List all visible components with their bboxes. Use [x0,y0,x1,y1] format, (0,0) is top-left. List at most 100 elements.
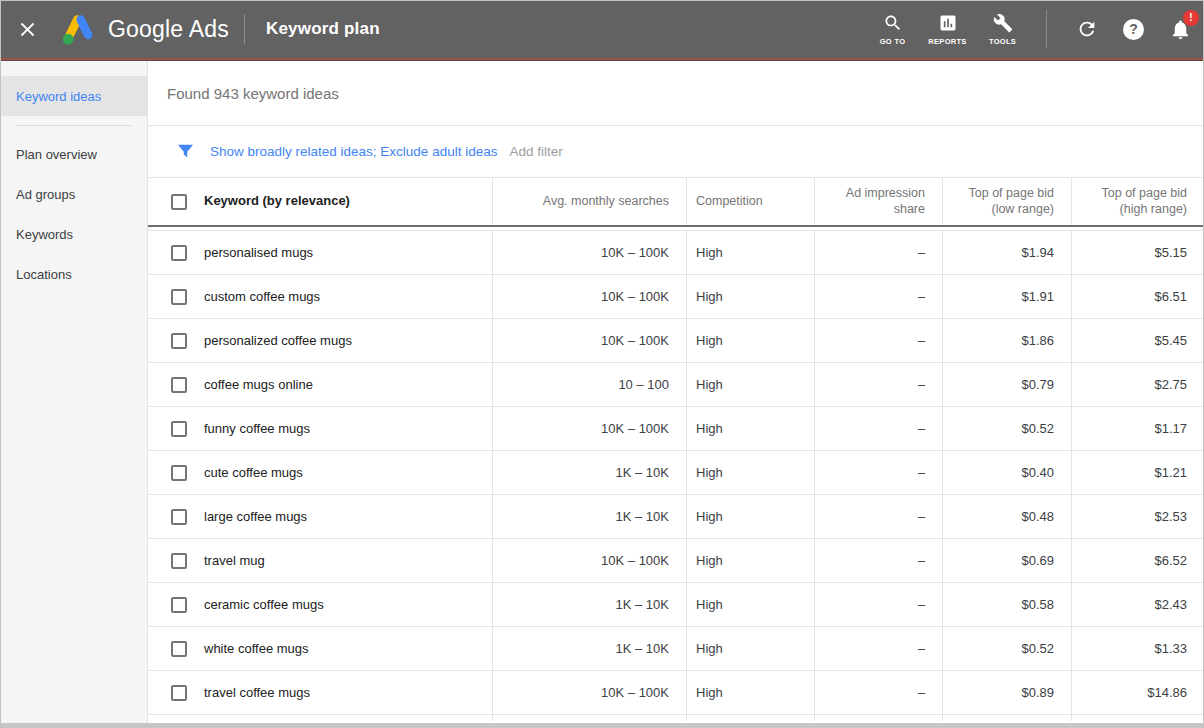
row-checkbox[interactable] [171,641,187,657]
low-bid-cell: $0.48 [942,495,1071,538]
high-bid-cell: $14.86 [1071,671,1204,714]
high-bid-cell: $2.53 [1071,495,1204,538]
ad-impression-share-cell: – [814,539,942,582]
notifications-button[interactable]: ! [1157,18,1204,41]
low-bid-cell: $0.89 [942,671,1071,714]
page-title: Keyword plan [266,19,380,39]
window-frame-bottom [0,723,1204,728]
ad-impression-share-cell: – [814,231,942,274]
row-checkbox[interactable] [171,245,187,261]
row-checkbox[interactable] [171,553,187,569]
results-summary: Found 943 keyword ideas [148,61,1204,126]
ad-impression-share-cell: – [814,671,942,714]
table-row[interactable]: travel coffee mugs 10K – 100K High – $0.… [148,671,1204,715]
searches-cell: 10K – 100K [492,275,686,318]
search-icon [883,13,903,33]
high-bid-cell: $5.15 [1071,231,1204,274]
ad-impression-share-cell: – [814,451,942,494]
competition-cell: High [686,671,814,714]
searches-cell: 1K – 10K [492,627,686,670]
table-row[interactable]: funny coffee mugs 10K – 100K High – $0.5… [148,407,1204,451]
low-bid-cell: $1.94 [942,231,1071,274]
low-bid-cell: $1.86 [942,319,1071,362]
competition-cell: High [686,627,814,670]
competition-cell: High [686,407,814,450]
bar-chart-icon [938,13,958,33]
searches-cell: 1K – 10K [492,451,686,494]
sidebar: Keyword ideas Plan overview Ad groups Ke… [0,61,148,727]
close-icon[interactable] [16,18,39,41]
column-header-competition[interactable]: Competition [686,178,814,225]
column-header-ad-impression-share[interactable]: Ad impression share [814,178,942,225]
table-row[interactable]: personalised mugs 10K – 100K High – $1.9… [148,231,1204,275]
high-bid-cell: $5.45 [1071,319,1204,362]
competition-cell: High [686,495,814,538]
notification-badge: ! [1183,10,1199,26]
row-checkbox[interactable] [171,377,187,393]
google-ads-logo-icon [59,12,99,46]
row-checkbox[interactable] [171,421,187,437]
keyword-cell: coffee mugs online [204,377,313,392]
tools-button[interactable]: TOOLS [975,13,1030,46]
high-bid-cell: $6.51 [1071,275,1204,318]
high-bid-cell: $2.75 [1071,363,1204,406]
wrench-icon [993,13,1013,33]
keyword-cell: funny coffee mugs [204,421,310,436]
searches-cell: 10K – 100K [492,407,686,450]
keyword-cell: custom coffee mugs [204,289,320,304]
row-checkbox[interactable] [171,289,187,305]
sidebar-item-keyword-ideas[interactable]: Keyword ideas [0,76,147,116]
ad-impression-share-cell: – [814,583,942,626]
column-header-keyword[interactable]: Keyword (by relevance) [204,193,350,209]
reports-button[interactable]: REPORTS [920,13,975,46]
table-row[interactable]: white coffee mugs 1K – 10K High – $0.52 … [148,627,1204,671]
low-bid-cell: $0.79 [942,363,1071,406]
low-bid-cell: $0.58 [942,583,1071,626]
row-checkbox[interactable] [171,597,187,613]
searches-cell: 10K – 100K [492,319,686,362]
partial-row [148,715,1204,721]
app-name: Google Ads [108,16,229,43]
table-row[interactable]: coffee mugs online 10 – 100 High – $0.79… [148,363,1204,407]
column-header-high-bid[interactable]: Top of page bid (high range) [1071,178,1204,225]
row-checkbox[interactable] [171,333,187,349]
keyword-cell: travel coffee mugs [204,685,310,700]
goto-button[interactable]: GO TO [865,13,920,46]
keyword-cell: white coffee mugs [204,641,309,656]
top-app-bar: Google Ads Keyword plan GO TO REPORTS TO… [0,0,1204,58]
table-row[interactable]: ceramic coffee mugs 1K – 10K High – $0.5… [148,583,1204,627]
table-row[interactable]: personalized coffee mugs 10K – 100K High… [148,319,1204,363]
column-header-low-bid[interactable]: Top of page bid (low range) [942,178,1071,225]
active-filters-link[interactable]: Show broadly related ideas; Exclude adul… [210,144,497,159]
row-checkbox[interactable] [171,685,187,701]
searches-cell: 1K – 10K [492,495,686,538]
competition-cell: High [686,451,814,494]
high-bid-cell: $6.52 [1071,539,1204,582]
low-bid-cell: $1.91 [942,275,1071,318]
table-row[interactable]: cute coffee mugs 1K – 10K High – $0.40 $… [148,451,1204,495]
add-filter-button[interactable]: Add filter [509,144,562,159]
table-row[interactable]: large coffee mugs 1K – 10K High – $0.48 … [148,495,1204,539]
refresh-icon[interactable] [1063,18,1110,40]
main-panel: Found 943 keyword ideas Show broadly rel… [148,61,1204,727]
help-button[interactable]: ? [1110,19,1157,40]
row-checkbox[interactable] [171,509,187,525]
column-header-searches[interactable]: Avg. monthly searches [492,178,686,225]
ad-impression-share-cell: – [814,495,942,538]
table-row[interactable]: travel mug 10K – 100K High – $0.69 $6.52 [148,539,1204,583]
select-all-checkbox[interactable] [171,194,187,210]
sidebar-item-plan-overview[interactable]: Plan overview [0,134,147,174]
sidebar-item-keywords[interactable]: Keywords [0,214,147,254]
filter-funnel-icon [176,142,195,161]
low-bid-cell: $0.52 [942,407,1071,450]
row-checkbox[interactable] [171,465,187,481]
high-bid-cell: $1.17 [1071,407,1204,450]
sidebar-item-ad-groups[interactable]: Ad groups [0,174,147,214]
ad-impression-share-cell: – [814,275,942,318]
ad-impression-share-cell: – [814,363,942,406]
sidebar-item-locations[interactable]: Locations [0,254,147,294]
table-body: personalised mugs 10K – 100K High – $1.9… [148,230,1204,715]
keyword-cell: ceramic coffee mugs [204,597,324,612]
table-row[interactable]: custom coffee mugs 10K – 100K High – $1.… [148,275,1204,319]
ad-impression-share-cell: – [814,407,942,450]
